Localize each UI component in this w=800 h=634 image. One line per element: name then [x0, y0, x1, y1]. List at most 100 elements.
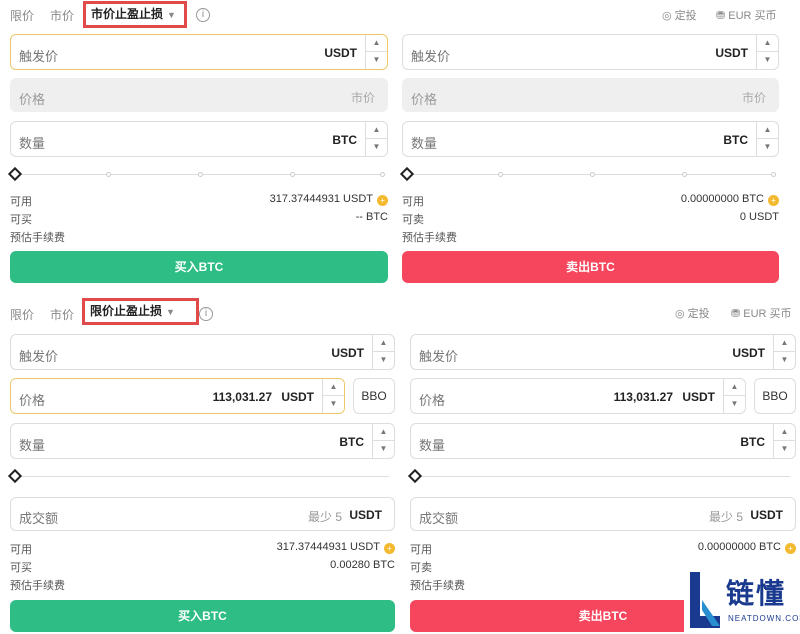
trigger-price-input[interactable]: 触发价 USDT ▲ ▼	[410, 334, 796, 370]
amount-slider[interactable]	[7, 468, 395, 484]
amount-input[interactable]: 数量 BTC ▲ ▼	[10, 423, 395, 459]
available-value: 0.00000000 BTC +	[681, 193, 779, 206]
amount-slider[interactable]	[399, 166, 779, 182]
coin-icon[interactable]: +	[384, 543, 395, 554]
amount-input[interactable]: 数量 BTC ▲ ▼	[410, 423, 796, 459]
amount-stepper: ▲ ▼	[365, 122, 387, 156]
chevron-down-icon[interactable]: ▼	[774, 352, 795, 369]
price-input[interactable]: 价格 113,031.27 USDT ▲ ▼	[410, 378, 746, 414]
available-row: 可用 317.37444931 USDT +	[10, 193, 388, 209]
fee-row: 预估手续费	[402, 229, 779, 245]
chevron-down-icon[interactable]: ▼	[724, 396, 745, 413]
slider-diamond-icon[interactable]	[7, 166, 23, 182]
can-buy-row: 可买 0.00280 BTC	[10, 559, 395, 575]
amount-unit: BTC	[339, 435, 364, 449]
trigger-price-label: 触发价	[419, 349, 459, 364]
sell-button[interactable]: 卖出BTC	[402, 251, 779, 283]
trigger-price-input[interactable]: 触发价 USDT ▲ ▼	[10, 334, 395, 370]
buy-button[interactable]: 买入BTC	[10, 600, 395, 632]
slider-dot-25[interactable]	[106, 172, 111, 177]
chevron-up-icon[interactable]: ▲	[757, 122, 778, 139]
can-sell-label: 可卖	[402, 214, 424, 226]
chevron-up-icon[interactable]: ▲	[373, 335, 394, 352]
slider-diamond-icon[interactable]	[407, 468, 423, 484]
chevron-up-icon[interactable]: ▲	[757, 35, 778, 52]
bottom-order-panel: 限价 市价 限价止盈止损 ▼ i ◎ 定投 ⛃ EUR 买币 触发价 USDT ▲…	[0, 294, 800, 634]
can-sell-value: 0 USDT	[739, 211, 779, 223]
fee-label: 预估手续费	[10, 580, 65, 592]
amount-input[interactable]: 数量 BTC ▲ ▼	[10, 121, 388, 157]
fee-label: 预估手续费	[10, 232, 65, 244]
price-stepper: ▲ ▼	[322, 379, 344, 413]
slider-dot-50[interactable]	[590, 172, 595, 177]
chevron-down-icon[interactable]: ▼	[757, 52, 778, 69]
bbo-button[interactable]: BBO	[754, 378, 796, 414]
chevron-up-icon[interactable]: ▲	[366, 122, 387, 139]
coin-icon[interactable]: +	[377, 195, 388, 206]
total-input[interactable]: 成交额 最少 5 USDT	[410, 497, 796, 531]
chevron-down-icon[interactable]: ▼	[323, 396, 344, 413]
watermark-logo: 链懂 NEATDOWN.COM	[684, 566, 800, 634]
total-min-text: 最少 5	[708, 510, 743, 524]
trigger-price-label: 触发价	[19, 49, 59, 64]
chevron-down-icon[interactable]: ▼	[366, 52, 387, 69]
price-input: 价格 市价	[10, 78, 388, 112]
chevron-up-icon[interactable]: ▲	[366, 35, 387, 52]
price-market-text: 市价	[741, 91, 766, 105]
price-input[interactable]: 价格 113,031.27 USDT ▲ ▼	[10, 378, 345, 414]
chevron-down-icon[interactable]: ▼	[366, 139, 387, 156]
buy-button[interactable]: 买入BTC	[10, 251, 388, 283]
slider-dot-50[interactable]	[198, 172, 203, 177]
trigger-price-unit: USDT	[732, 346, 765, 360]
chevron-up-icon[interactable]: ▲	[373, 424, 394, 441]
chevron-down-icon[interactable]: ▼	[757, 139, 778, 156]
slider-dot-100[interactable]	[771, 172, 776, 177]
price-stepper: ▲ ▼	[723, 379, 745, 413]
amount-label: 数量	[19, 136, 46, 151]
sell-column: 触发价 USDT ▲ ▼ 价格 市价 数量 BTC ▲ ▼ 可用 0.0000000…	[399, 0, 779, 294]
amount-slider[interactable]	[407, 468, 796, 484]
available-amount: 0.00000000 BTC	[680, 193, 764, 205]
trigger-price-stepper: ▲ ▼	[372, 335, 394, 369]
trigger-price-input[interactable]: 触发价 USDT ▲ ▼	[402, 34, 779, 70]
chevron-up-icon[interactable]: ▲	[774, 335, 795, 352]
slider-diamond-icon[interactable]	[7, 468, 23, 484]
trigger-price-label: 触发价	[411, 49, 451, 64]
can-buy-value: -- BTC	[355, 211, 388, 223]
trigger-price-stepper: ▲ ▼	[756, 35, 778, 69]
chevron-up-icon[interactable]: ▲	[323, 379, 344, 396]
slider-dot-100[interactable]	[380, 172, 385, 177]
chevron-down-icon[interactable]: ▼	[774, 441, 795, 458]
slider-dot-25[interactable]	[498, 172, 503, 177]
chevron-down-icon[interactable]: ▼	[373, 352, 394, 369]
price-unit: USDT	[281, 390, 314, 404]
total-input[interactable]: 成交额 最少 5 USDT	[10, 497, 395, 531]
top-order-panel: 限价 市价 市价止盈止损 ▼ i ◎ 定投 ⛃ EUR 买币 触发价 USDT ▲…	[0, 0, 800, 294]
bbo-button[interactable]: BBO	[353, 378, 395, 414]
fee-label: 预估手续费	[402, 232, 457, 244]
available-value: 317.37444931 USDT +	[277, 541, 395, 554]
trigger-price-input[interactable]: 触发价 USDT ▲ ▼	[10, 34, 388, 70]
amount-label: 数量	[411, 136, 438, 151]
amount-slider[interactable]	[7, 166, 388, 182]
total-label: 成交额	[419, 511, 459, 526]
coin-icon[interactable]: +	[768, 195, 779, 206]
chevron-down-icon[interactable]: ▼	[373, 441, 394, 458]
amount-unit: BTC	[723, 133, 748, 147]
amount-unit: BTC	[332, 133, 357, 147]
trigger-price-unit: USDT	[331, 346, 364, 360]
available-row: 可用 0.00000000 BTC +	[410, 541, 796, 557]
chevron-up-icon[interactable]: ▲	[724, 379, 745, 396]
chevron-up-icon[interactable]: ▲	[774, 424, 795, 441]
can-buy-label: 可买	[10, 214, 32, 226]
amount-label: 数量	[19, 438, 46, 453]
slider-diamond-icon[interactable]	[399, 166, 415, 182]
slider-dot-75[interactable]	[682, 172, 687, 177]
amount-input[interactable]: 数量 BTC ▲ ▼	[402, 121, 779, 157]
coin-icon[interactable]: +	[785, 543, 796, 554]
slider-dot-75[interactable]	[290, 172, 295, 177]
available-row: 可用 317.37444931 USDT +	[10, 541, 395, 557]
available-label: 可用	[410, 544, 432, 556]
total-unit: USDT	[349, 508, 382, 522]
slider-track	[416, 476, 790, 477]
